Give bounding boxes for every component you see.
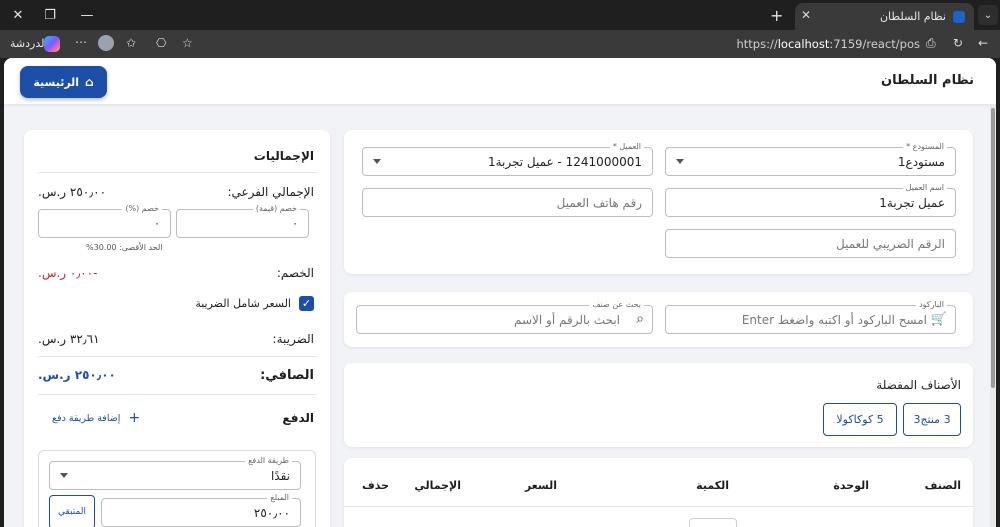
browser-tab[interactable]: ✕ نظام السلطان xyxy=(795,3,974,30)
minimize-window-icon[interactable]: — xyxy=(75,4,99,26)
favorites-title: الأصناف المفضلة xyxy=(876,378,961,392)
home-button[interactable]: ⌂ الرئيسية xyxy=(20,66,107,98)
column-item: الصنف xyxy=(924,479,961,492)
search-card: الباركود 🛒 امسح الباركود أو اكتبه واضغط … xyxy=(344,292,973,347)
column-price: السعر xyxy=(524,479,557,492)
payment-label: الدفع xyxy=(282,411,314,425)
tax-divider xyxy=(38,356,316,357)
net-value: ٢٥٠٫٠٠ ر.س. xyxy=(38,368,116,382)
chevron-down-icon xyxy=(676,159,684,164)
favorite-item-product3[interactable]: 3 منتج3 xyxy=(903,403,961,436)
app-page: نظام السلطان ⌂ الرئيسية المستودع * مستود… xyxy=(4,58,996,527)
remaining-button[interactable]: المتبقي xyxy=(49,495,95,527)
favorite-item-cocacola[interactable]: 5 كوكاكولا xyxy=(823,403,897,436)
client-phone-field[interactable]: رقم هاتف العميل xyxy=(362,188,653,217)
tab-actions-icon[interactable]: ⌄ xyxy=(978,5,998,25)
column-unit: الوحدة xyxy=(833,479,869,492)
browser-titlebar: ✕ ❐ — + ✕ نظام السلطان ⌄ xyxy=(0,0,1000,30)
payment-method-box: طريقة الدفع نقدًا المبلغ ٢٥٠٫٠٠ المتبقي xyxy=(38,450,316,527)
back-icon[interactable]: ← xyxy=(978,36,988,50)
tab-title: نظام السلطان xyxy=(879,10,946,23)
barcode-input[interactable]: الباركود 🛒 امسح الباركود أو اكتبه واضغط … xyxy=(665,300,956,334)
tab-favicon-icon xyxy=(953,11,965,23)
favorites-card: الأصناف المفضلة 3 منتج3 5 كوكاكولا xyxy=(344,363,973,447)
discount-max-note: الحد الأقصى: 30.00% xyxy=(86,243,163,252)
payment-method-select[interactable]: طريقة الدفع نقدًا xyxy=(49,456,301,490)
net-label: الصافي: xyxy=(260,368,314,383)
subtotal-label: الإجمالي الفرعي: xyxy=(227,185,314,199)
lock-icon[interactable]: ⎙ xyxy=(926,36,936,51)
add-payment-button[interactable]: + إضافة طريقة دفع xyxy=(52,409,140,427)
cart-icon: 🛒 xyxy=(930,312,947,327)
table-header-divider xyxy=(344,506,973,507)
discount-percent-input[interactable]: خصم (%) ٠ xyxy=(38,204,171,238)
extensions-icon[interactable]: ⎔ xyxy=(156,36,166,50)
tab-close-icon[interactable]: ✕ xyxy=(801,8,811,22)
chat-label[interactable]: الدردشة xyxy=(10,37,48,50)
tax-label: الضريبة: xyxy=(272,332,314,346)
customer-card: المستودع * مستودع1 العميل * 1241000001 -… xyxy=(344,130,973,274)
client-tax-number-field[interactable]: الرقم الضريبي للعميل xyxy=(665,229,956,258)
page-title: نظام السلطان xyxy=(881,73,974,88)
profile-avatar-icon[interactable] xyxy=(98,35,114,51)
home-icon: ⌂ xyxy=(85,75,94,89)
net-divider xyxy=(38,394,316,395)
payment-amount-input[interactable]: المبلغ ٢٥٠٫٠٠ xyxy=(101,493,301,527)
reload-icon[interactable]: ↻ xyxy=(953,36,963,50)
chevron-down-icon xyxy=(60,473,68,478)
scrollbar-thumb[interactable] xyxy=(991,108,995,388)
browser-toolbar: ⋯ ✩ ⎔ ☆ https://localhost:7159/react/pos… xyxy=(0,30,1000,58)
restore-window-icon[interactable]: ❐ xyxy=(38,4,62,26)
home-button-label: الرئيسية xyxy=(33,75,80,89)
discount-value-input[interactable]: خصم (قيمة) ٠ xyxy=(176,204,309,238)
totals-title: الإجماليات xyxy=(253,149,314,163)
items-table-card: الصنف الوحدة الكمية السعر الإجمالي حذف xyxy=(344,458,973,527)
more-icon[interactable]: ⋯ xyxy=(75,35,87,49)
column-delete: حذف xyxy=(361,479,389,492)
subtotal-value: ٢٥٠٫٠٠ ر.س. xyxy=(38,185,107,199)
address-url[interactable]: https://localhost:7159/react/pos xyxy=(736,37,920,51)
column-quantity: الكمية xyxy=(696,479,729,492)
totals-divider xyxy=(38,172,316,173)
client-name-field[interactable]: اسم العميل عميل تجربة1 xyxy=(665,183,956,217)
column-total: الإجمالي xyxy=(414,479,461,492)
totals-card: الإجماليات الإجمالي الفرعي: ٢٥٠٫٠٠ ر.س. … xyxy=(24,130,330,527)
item-search-input[interactable]: بحث عن صنف ابحث بالرقم أو الاسم ⌕ xyxy=(356,300,653,334)
client-select[interactable]: العميل * 1241000001 - عميل تجربة1 xyxy=(362,142,653,176)
add-favorite-icon[interactable]: ☆ xyxy=(182,36,193,50)
favorites-icon[interactable]: ✩ xyxy=(126,36,136,50)
plus-icon: + xyxy=(128,410,141,426)
page-scrollbar[interactable] xyxy=(990,104,996,527)
tax-inclusive-checkbox[interactable]: ✓ xyxy=(299,296,314,311)
search-icon[interactable]: ⌕ xyxy=(636,311,644,327)
discount-label: الخصم: xyxy=(276,266,314,280)
close-window-icon[interactable]: ✕ xyxy=(6,4,30,26)
warehouse-select[interactable]: المستودع * مستودع1 xyxy=(665,142,956,176)
tax-inclusive-label: السعر شامل الضريبة xyxy=(195,297,291,310)
chevron-down-icon xyxy=(373,159,381,164)
app-header: نظام السلطان ⌂ الرئيسية xyxy=(4,58,996,104)
copilot-icon[interactable] xyxy=(44,36,60,52)
tax-value: ٣٢٫٦١ ر.س. xyxy=(38,332,100,346)
quantity-stepper[interactable] xyxy=(689,518,737,527)
discount-amount: -٠٫٠٠ ر.س. xyxy=(38,266,98,280)
new-tab-icon[interactable]: + xyxy=(770,6,783,25)
